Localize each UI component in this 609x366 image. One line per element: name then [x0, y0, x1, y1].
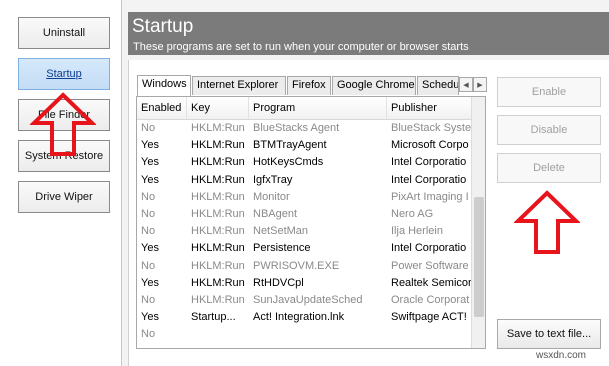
cell-enabled: Yes [141, 156, 159, 169]
cell-program: HotKeysCmds [253, 156, 324, 169]
tab-internet-explorer[interactable]: Internet Explorer [192, 76, 286, 95]
tab-google-chrome[interactable]: Google Chrome [332, 76, 416, 95]
cell-enabled: No [141, 259, 156, 272]
table-vertical-scrollbar[interactable] [471, 97, 485, 348]
cell-publisher: Microsoft Corpo [391, 139, 469, 152]
table-header: Enabled Key Program Publisher [137, 97, 473, 120]
nav-drive-wiper-button[interactable]: Drive Wiper [18, 181, 110, 213]
cell-publisher: PixArt Imaging I [391, 190, 469, 203]
cell-enabled: Yes [141, 173, 159, 186]
table-row[interactable]: No [137, 326, 473, 343]
table-row[interactable]: Yes HKLM:Run Persistence Intel Corporatio [137, 240, 473, 257]
scrollbar-thumb[interactable] [474, 197, 484, 317]
cell-key: HKLM:Run [191, 122, 245, 134]
table-row[interactable]: No HKLM:Run SunJavaUpdateSched Oracle Corpo… [137, 292, 473, 309]
left-nav-panel: Uninstall Startup File Finder System Res… [0, 0, 122, 366]
table-row[interactable]: No HKLM:Run NetSetMan Ilja Herlein [137, 223, 473, 240]
cell-key: HKLM:Run [191, 156, 245, 169]
cell-key: HKLM:Run [191, 173, 245, 186]
delete-button[interactable]: Delete [497, 153, 601, 183]
cell-enabled: Yes [141, 311, 159, 324]
cell-enabled: Yes [141, 139, 159, 152]
nav-startup-button[interactable]: Startup [18, 58, 110, 90]
table-row[interactable]: No HKLM:Run Monitor PixArt Imaging I [137, 189, 473, 206]
table-row[interactable]: Yes Startup... Act! Integration.lnk Swiftpa… [137, 309, 473, 326]
cell-program: NBAgent [253, 207, 298, 220]
table-row[interactable]: No HKLM:Run NBAgent Nero AG [137, 206, 473, 223]
cell-enabled: No [141, 293, 156, 306]
save-to-text-file-button[interactable]: Save to text file... [497, 319, 601, 349]
cell-enabled: No [141, 190, 156, 203]
cell-publisher: Intel Corporatio [391, 156, 467, 169]
enable-button[interactable]: Enable [497, 77, 601, 107]
column-header-program[interactable]: Program [249, 97, 387, 119]
cell-enabled: No [141, 328, 156, 341]
table-row[interactable]: Yes HKLM:Run IgfxTray Intel Corporatio [137, 172, 473, 189]
column-header-publisher[interactable]: Publisher [387, 97, 473, 119]
cell-publisher: Intel Corporatio [391, 242, 467, 255]
watermark-text: wsxdn.com [536, 350, 587, 361]
cell-key: HKLM:Run [191, 190, 245, 203]
cell-program: RtHDVCpl [253, 276, 304, 289]
table-row[interactable]: Yes HKLM:Run HotKeysCmds Intel Corporatio [137, 154, 473, 171]
tab-windows[interactable]: Windows [137, 75, 191, 96]
cell-publisher: Nero AG [391, 207, 434, 220]
cell-enabled: No [141, 122, 156, 134]
tab-scheduled[interactable]: Schedu [417, 76, 459, 95]
tab-scroll-left-icon[interactable]: ◀ [459, 77, 473, 92]
tab-scroll-right-icon[interactable]: ▶ [473, 77, 487, 92]
cell-program: NetSetMan [253, 225, 309, 238]
page-header: Startup These programs are set to run wh… [128, 12, 609, 55]
page-subtitle: These programs are set to run when your … [133, 41, 469, 53]
cell-program: SunJavaUpdateSched [253, 293, 363, 306]
cell-key: HKLM:Run [191, 242, 245, 255]
table-row[interactable]: Yes HKLM:Run BTMTrayAgent Microsoft Corpo [137, 137, 473, 154]
cell-key: HKLM:Run [191, 259, 245, 272]
cell-publisher: Power Software [391, 259, 469, 272]
cell-key: HKLM:Run [191, 225, 245, 238]
cell-enabled: No [141, 225, 156, 238]
cell-program [249, 326, 387, 343]
cell-key: HKLM:Run [191, 139, 245, 152]
cell-program: IgfxTray [253, 173, 293, 186]
cell-enabled: No [141, 207, 156, 220]
table-body: No HKLM:Run BlueStacks Agent BlueStack Syst… [137, 120, 473, 343]
cell-publisher: BlueStack Syste [391, 122, 472, 134]
cell-key [187, 326, 249, 343]
cell-program: Act! Integration.lnk [253, 311, 345, 324]
page-title: Startup [132, 16, 194, 37]
cell-program: PWRISOVM.EXE [253, 259, 340, 272]
cell-publisher: Intel Corporatio [391, 173, 467, 186]
nav-system-restore-button[interactable]: System Restore [18, 140, 110, 172]
cell-key: Startup... [191, 311, 236, 324]
table-row[interactable]: No HKLM:Run BlueStacks Agent BlueStack Syst… [137, 120, 473, 137]
column-header-key[interactable]: Key [187, 97, 249, 119]
cell-key: HKLM:Run [191, 207, 245, 220]
cell-publisher: Realtek Semicor [391, 276, 472, 289]
cell-program: Monitor [253, 190, 290, 203]
disable-button[interactable]: Disable [497, 115, 601, 145]
cell-enabled: Yes [141, 276, 159, 289]
cell-publisher: Swiftpage ACT! [391, 311, 467, 324]
cell-publisher [387, 326, 473, 343]
cell-publisher: Oracle Corporat [391, 293, 470, 306]
cell-publisher: Ilja Herlein [391, 225, 443, 238]
nav-uninstall-button[interactable]: Uninstall [18, 17, 110, 49]
tab-firefox[interactable]: Firefox [287, 76, 331, 95]
column-header-enabled[interactable]: Enabled [137, 97, 187, 119]
cell-enabled: Yes [141, 242, 159, 255]
table-row[interactable]: No HKLM:Run PWRISOVM.EXE Power Software [137, 258, 473, 275]
cell-program: Persistence [253, 242, 311, 255]
cell-program: BlueStacks Agent [253, 122, 340, 134]
cell-program: BTMTrayAgent [253, 139, 327, 152]
startup-table: Enabled Key Program Publisher No HKLM:Run… [136, 96, 486, 349]
cell-key: HKLM:Run [191, 276, 245, 289]
cell-key: HKLM:Run [191, 293, 245, 306]
nav-file-finder-button[interactable]: File Finder [18, 99, 110, 131]
table-row[interactable]: Yes HKLM:Run RtHDVCpl Realtek Semicor [137, 275, 473, 292]
